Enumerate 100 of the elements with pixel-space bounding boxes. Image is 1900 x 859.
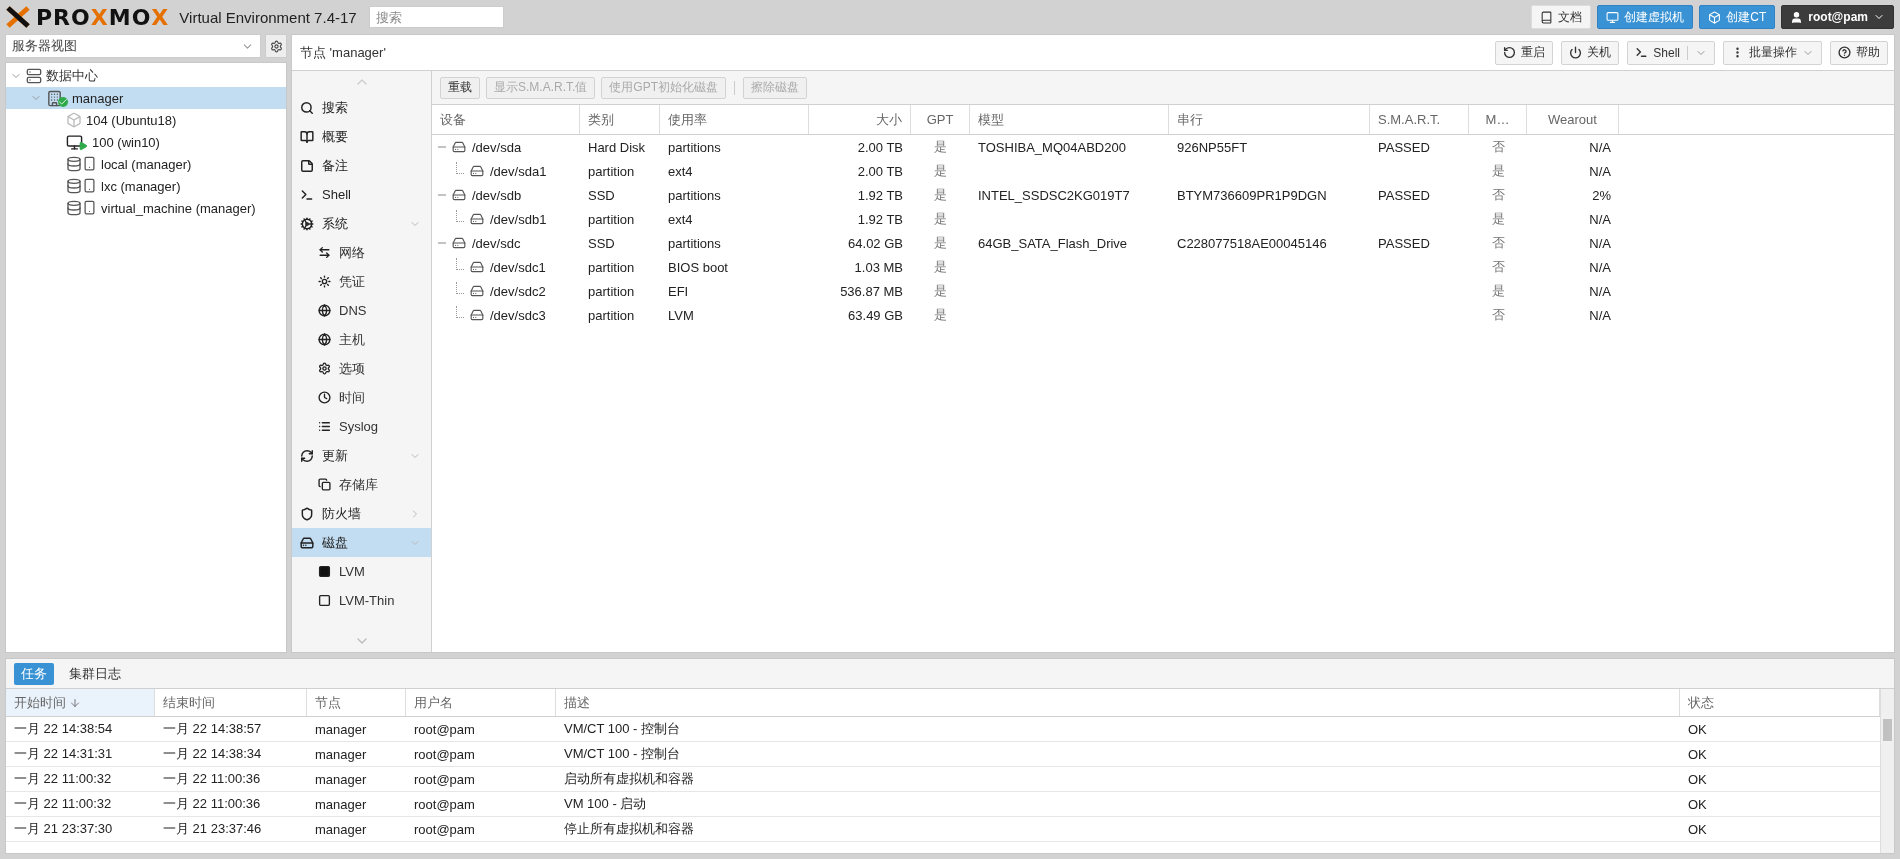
task-row[interactable]: 一月 22 14:31:31 一月 22 14:38:34 manager root@pam VM/CT 100 - 控制台 OK <box>6 742 1880 767</box>
tree-item[interactable]: local (manager) <box>6 153 286 175</box>
table-cell-text: partition <box>587 211 636 227</box>
toolbar-button[interactable]: 重载 <box>440 76 480 99</box>
column-header[interactable]: 串行 <box>1169 105 1370 134</box>
tree-item[interactable]: virtual_machine (manager) <box>6 197 286 219</box>
nav-item[interactable]: 存储库 <box>292 470 431 499</box>
table-cell-text: 否 <box>1490 186 1506 204</box>
tree-item[interactable]: 数据中心 <box>6 65 286 87</box>
nav-item[interactable]: 更新 <box>292 441 431 470</box>
disk-row[interactable]: /dev/sdc3 partition LVM 63.49 GB 是 否 N/A <box>432 303 1894 327</box>
nav-item[interactable]: 主机 <box>292 325 431 354</box>
disk-row[interactable]: /dev/sda1 partition ext4 2.00 TB 是 是 N/A <box>432 159 1894 183</box>
nav-item[interactable]: 搜索 <box>292 93 431 122</box>
column-header[interactable]: Wearout <box>1527 105 1619 134</box>
table-cell-text: N/A <box>1588 235 1612 251</box>
disk-row[interactable]: /dev/sdc SSD partitions 64.02 GB 是 64GB_SATA_Flash_Drive C228077518AE00045146 PASSED 否 N/A <box>432 231 1894 255</box>
table-cell-text: root@pam <box>413 771 476 787</box>
column-header[interactable]: 大小 <box>809 105 911 134</box>
table-cell-text: 一月 22 11:00:36 <box>162 795 262 813</box>
table-cell-text: SSD <box>587 235 616 251</box>
table-cell-text: 2% <box>1591 187 1612 203</box>
view-select[interactable]: 服务器视图 <box>5 34 261 58</box>
table-cell-text: 是 <box>933 162 948 180</box>
clock-icon <box>318 391 331 404</box>
table-cell-text: OK <box>1687 821 1708 837</box>
table-cell-text: VM/CT 100 - 控制台 <box>563 720 682 738</box>
column-header[interactable]: 类别 <box>580 105 660 134</box>
nav-item[interactable]: DNS <box>292 296 431 325</box>
tab[interactable]: 集群日志 <box>62 662 128 685</box>
tree-item[interactable]: 104 (Ubuntu18) <box>6 109 286 131</box>
cube-icon <box>1708 10 1722 24</box>
copy-icon <box>318 478 331 491</box>
table-cell-text: 63.49 GB <box>847 307 904 323</box>
panel-title: 节点 'manager' <box>300 43 386 62</box>
table-cell-text: 一月 21 23:37:30 <box>13 820 114 838</box>
table-cell-text: partition <box>587 163 636 179</box>
nav-item[interactable]: 防火墙 <box>292 499 431 528</box>
scrollbar[interactable] <box>1880 689 1894 853</box>
nav-item[interactable]: LVM-Thin <box>292 586 431 615</box>
table-cell-text: BIOS boot <box>667 259 729 275</box>
column-header[interactable]: 设备 <box>432 105 580 134</box>
nav-item[interactable]: 网络 <box>292 238 431 267</box>
toolbar-button[interactable]: 帮助 <box>1830 40 1888 65</box>
table-cell-text: 停止所有虚拟机和容器 <box>563 820 695 838</box>
tree-item[interactable]: manager <box>6 87 286 109</box>
nav-item[interactable]: 概要 <box>292 122 431 151</box>
storage-icon <box>66 178 97 194</box>
disk-row[interactable]: /dev/sda Hard Disk partitions 2.00 TB 是 TOSHIBA_MQ04ABD200 926NP55FT PASSED 否 N/A <box>432 135 1894 159</box>
column-header[interactable]: 开始时间 <box>6 689 155 716</box>
settings-button[interactable] <box>265 34 287 58</box>
nav-item[interactable]: 磁盘 <box>292 528 431 557</box>
nav-item[interactable]: 选项 <box>292 354 431 383</box>
toolbar-button[interactable]: 关机 <box>1561 40 1620 65</box>
task-row[interactable]: 一月 22 14:38:54 一月 22 14:38:57 manager root@pam VM/CT 100 - 控制台 OK <box>6 717 1880 742</box>
task-row[interactable]: 一月 22 11:00:32 一月 22 11:00:36 manager root@pam VM 100 - 启动 OK <box>6 792 1880 817</box>
tree-label: manager <box>72 90 124 106</box>
toolbar-button[interactable]: 重启 <box>1495 40 1554 65</box>
header-button[interactable]: 文档 <box>1531 5 1592 29</box>
device-name: /dev/sdb <box>472 187 522 203</box>
user-menu-button[interactable]: root@pam <box>1781 5 1894 29</box>
table-cell-text: partition <box>587 259 636 275</box>
toolbar-button[interactable]: Shell <box>1627 40 1715 65</box>
column-header[interactable]: M… <box>1469 105 1527 134</box>
shield-icon <box>300 506 314 521</box>
column-header[interactable]: GPT <box>911 105 970 134</box>
table-cell-text: 2.00 TB <box>856 163 904 179</box>
toolbar-button[interactable]: 批量操作 <box>1723 40 1822 65</box>
collapse-icon[interactable] <box>438 143 446 151</box>
nav-item[interactable]: Syslog <box>292 412 431 441</box>
nav-item[interactable]: 凭证 <box>292 267 431 296</box>
table-cell-text: OK <box>1687 721 1708 737</box>
tree-label: virtual_machine (manager) <box>101 200 256 216</box>
table-cell-text: OK <box>1687 771 1708 787</box>
table-cell-text: partition <box>587 283 636 299</box>
table-cell-text: N/A <box>1588 307 1612 323</box>
nav-item[interactable]: 备注 <box>292 151 431 180</box>
device-name: /dev/sdc3 <box>490 307 546 323</box>
tree-item[interactable]: lxc (manager) <box>6 175 286 197</box>
task-row[interactable]: 一月 21 23:37:30 一月 21 23:37:46 manager root@pam 停止所有虚拟机和容器 OK <box>6 817 1880 842</box>
collapse-icon[interactable] <box>438 191 446 199</box>
nav-item[interactable]: 时间 <box>292 383 431 412</box>
column-header[interactable]: 使用率 <box>660 105 809 134</box>
nav-item[interactable]: LVM <box>292 557 431 586</box>
nav-item[interactable]: 系统 <box>292 209 431 238</box>
nav-item[interactable]: Shell <box>292 180 431 209</box>
disk-row[interactable]: /dev/sdb1 partition ext4 1.92 TB 是 是 N/A <box>432 207 1894 231</box>
column-header[interactable]: 模型 <box>970 105 1169 134</box>
disk-row[interactable]: /dev/sdc2 partition EFI 536.87 MB 是 是 N/A <box>432 279 1894 303</box>
table-cell-text: manager <box>314 796 368 812</box>
disk-row[interactable]: /dev/sdc1 partition BIOS boot 1.03 MB 是 否 N/A <box>432 255 1894 279</box>
collapse-icon[interactable] <box>438 239 446 247</box>
column-header[interactable]: S.M.A.R.T. <box>1370 105 1469 134</box>
gear-icon <box>269 39 283 53</box>
disk-row[interactable]: /dev/sdb SSD partitions 1.92 TB 是 INTEL_SSDSC2KG019T7 BTYM736609PR1P9DGN PASSED 否 2% <box>432 183 1894 207</box>
tree-item[interactable]: 100 (win10) <box>6 131 286 153</box>
table-cell-text: 一月 22 11:00:32 <box>13 770 113 788</box>
search-field[interactable]: 搜索 <box>368 6 504 28</box>
task-row[interactable]: 一月 22 11:00:32 一月 22 11:00:36 manager root@pam 启动所有虚拟机和容器 OK <box>6 767 1880 792</box>
table-cell-text: PASSED <box>1377 139 1431 155</box>
